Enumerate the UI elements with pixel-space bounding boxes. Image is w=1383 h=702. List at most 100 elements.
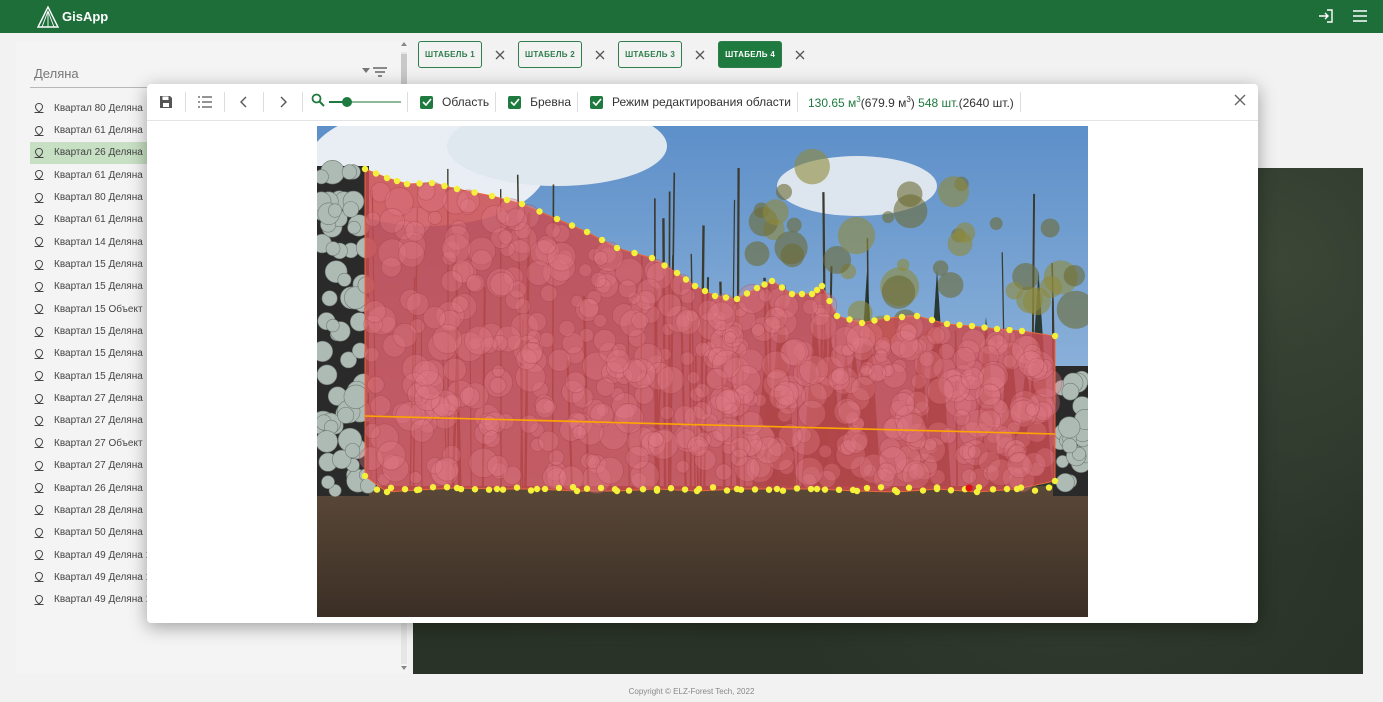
vertex-handle[interactable] — [807, 485, 815, 493]
list-icon[interactable] — [192, 89, 218, 115]
vertex-handle[interactable] — [493, 485, 501, 493]
close-tab-icon[interactable] — [588, 43, 612, 67]
vertex-handle[interactable] — [682, 276, 690, 283]
next-icon[interactable] — [270, 89, 296, 115]
stack-tab[interactable]: ШТАБЕЛЬ 4 — [718, 41, 783, 68]
vertex-handle[interactable] — [765, 486, 773, 493]
vertex-handle[interactable] — [598, 236, 606, 244]
vertex-handle[interactable] — [583, 228, 591, 236]
vertex-handle[interactable] — [733, 295, 741, 303]
vertex-handle[interactable] — [778, 284, 786, 291]
vertex-handle[interactable] — [373, 486, 381, 493]
vertex-handle[interactable] — [913, 312, 921, 320]
vertex-handle[interactable] — [1051, 332, 1059, 340]
vertex-handle[interactable] — [863, 484, 871, 492]
vertex-handle[interactable] — [701, 287, 709, 295]
scroll-up-icon[interactable] — [401, 42, 407, 46]
zoom-slider[interactable] — [329, 96, 401, 108]
vertex-handle[interactable] — [533, 485, 541, 493]
vertex-handle[interactable] — [667, 485, 675, 492]
vertex-handle[interactable] — [518, 200, 526, 208]
vertex-handle[interactable] — [975, 484, 983, 491]
close-tab-icon[interactable] — [488, 43, 512, 67]
vertex-handle[interactable] — [583, 485, 591, 492]
vertex-handle[interactable] — [613, 244, 621, 252]
zoom-slider-knob[interactable] — [342, 97, 352, 107]
vertex-handle[interactable] — [471, 486, 479, 493]
scroll-down-icon[interactable] — [401, 666, 407, 670]
vertex-handle[interactable] — [933, 484, 941, 491]
vertex-handle[interactable] — [883, 314, 891, 322]
vertex-handle[interactable] — [905, 484, 913, 491]
vertex-handle[interactable] — [711, 292, 719, 300]
vertex-handle[interactable] — [443, 483, 451, 491]
vertex-handle[interactable] — [835, 486, 843, 494]
app-logo[interactable]: GisApp — [36, 5, 108, 28]
vertex-handle[interactable] — [846, 316, 853, 323]
vertex-handle[interactable] — [555, 484, 563, 492]
vertex-handle[interactable] — [457, 485, 465, 493]
vertex-handle[interactable] — [743, 290, 751, 297]
save-icon[interactable] — [153, 89, 179, 115]
vertex-handle[interactable] — [898, 313, 906, 321]
vertex-handle[interactable] — [415, 486, 423, 493]
vertex-handle[interactable] — [648, 254, 656, 262]
vertex-handle[interactable] — [453, 185, 461, 193]
vertex-handle[interactable] — [947, 487, 955, 494]
vertex-handle[interactable] — [361, 165, 369, 173]
vertex-handle[interactable] — [993, 325, 1001, 333]
vertex-handle[interactable] — [818, 282, 826, 290]
vertex-handle[interactable] — [943, 320, 951, 328]
vertex-handle[interactable] — [597, 484, 605, 492]
vertex-handle[interactable] — [753, 284, 761, 292]
vertex-handle[interactable] — [428, 179, 436, 187]
vertex-handle[interactable] — [541, 485, 549, 493]
vertex-handle[interactable] — [751, 486, 759, 493]
prev-icon[interactable] — [231, 89, 257, 115]
vertex-handle[interactable] — [387, 484, 395, 492]
logout-icon[interactable] — [1317, 7, 1335, 25]
edit-mode-checkbox[interactable]: Режим редактирования области — [590, 95, 791, 109]
vertex-handle[interactable] — [527, 487, 535, 494]
vertex-handle[interactable] — [393, 177, 401, 185]
vertex-handle[interactable] — [877, 484, 885, 491]
vertex-handle[interactable] — [956, 321, 963, 329]
vertex-handle[interactable] — [891, 487, 899, 494]
vertex-handle[interactable] — [1045, 484, 1053, 491]
vertex-handle[interactable] — [569, 483, 577, 491]
stack-tab[interactable]: ШТАБЕЛЬ 3 — [618, 41, 683, 68]
vertex-handle[interactable] — [858, 319, 866, 327]
vertex-handle[interactable] — [821, 486, 829, 493]
vertex-handle[interactable] — [568, 222, 576, 229]
close-tab-icon[interactable] — [688, 43, 712, 67]
vertex-handle[interactable] — [1006, 326, 1013, 334]
vertex-handle[interactable] — [813, 286, 821, 294]
active-vertex-handle[interactable] — [965, 484, 973, 492]
vertex-handle[interactable] — [981, 324, 988, 331]
vertex-handle[interactable] — [695, 485, 703, 493]
vertex-handle[interactable] — [485, 486, 493, 493]
vertex-handle[interactable] — [779, 487, 787, 494]
stack-tab[interactable]: ШТАБЕЛЬ 1 — [418, 41, 483, 68]
menu-icon[interactable] — [1351, 7, 1369, 25]
vertex-handle[interactable] — [653, 487, 661, 494]
vertex-handle[interactable] — [1031, 487, 1039, 494]
vertex-handle[interactable] — [416, 180, 423, 187]
close-icon[interactable] — [1230, 90, 1250, 110]
vertex-handle[interactable] — [631, 249, 638, 257]
vertex-handle[interactable] — [788, 290, 796, 298]
vertex-handle[interactable] — [833, 312, 841, 320]
vertex-handle[interactable] — [553, 215, 561, 223]
stack-tab[interactable]: ШТАБЕЛЬ 2 — [518, 41, 583, 68]
vertex-handle[interactable] — [536, 208, 543, 215]
vertex-handle[interactable] — [673, 269, 681, 277]
vertex-handle[interactable] — [681, 486, 689, 493]
vertex-handle[interactable] — [773, 485, 781, 493]
vertex-handle[interactable] — [429, 484, 437, 491]
vertex-handle[interactable] — [761, 281, 768, 288]
vertex-handle[interactable] — [737, 486, 745, 493]
vertex-handle[interactable] — [661, 262, 668, 269]
vertex-handle[interactable] — [1018, 327, 1026, 335]
vertex-handle[interactable] — [849, 486, 857, 494]
vertex-handle[interactable] — [808, 290, 816, 298]
